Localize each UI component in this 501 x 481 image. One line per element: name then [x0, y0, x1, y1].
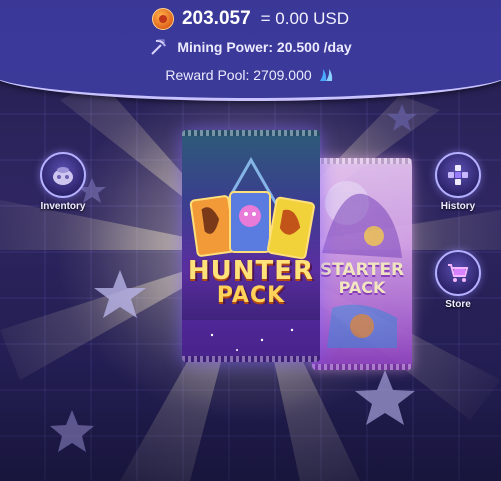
inventory-label: Inventory	[40, 201, 86, 212]
star-decor	[355, 370, 415, 425]
history-icon	[448, 165, 468, 185]
usd-value: = 0.00 USD	[260, 9, 350, 28]
mining-power: Mining Power: 20.500 /day	[177, 39, 352, 55]
hunter-pack-art	[182, 156, 320, 362]
inventory-icon-circle[interactable]	[40, 152, 86, 198]
star-decor	[50, 410, 94, 452]
pickaxe-icon	[151, 39, 167, 55]
history-label: History	[440, 201, 476, 212]
hunter-pack-subtitle: PACK	[216, 283, 286, 308]
history-button[interactable]: History	[428, 152, 488, 212]
history-icon-circle[interactable]	[435, 152, 481, 198]
token-balance: 203.057	[181, 8, 251, 29]
hunter-pack[interactable]: HUNTER PACK	[182, 130, 320, 362]
mining-row: Mining Power: 20.500 /day	[0, 36, 501, 58]
inventory-button[interactable]: Inventory	[33, 152, 93, 212]
hunter-pack-title: HUNTER	[187, 256, 315, 286]
starter-pack-subtitle: PACK	[338, 278, 386, 297]
store-button[interactable]: Store	[428, 250, 488, 310]
pack-seal-bottom	[312, 364, 412, 370]
starter-pack[interactable]: STARTER PACK	[312, 158, 412, 370]
reward-pool: Reward Pool: 2709.000	[165, 67, 312, 83]
reward-row: Reward Pool: 2709.000	[0, 64, 501, 86]
pack-seal-bottom	[182, 356, 320, 362]
steem-icon	[319, 69, 332, 81]
balance-row: 203.057 = 0.00 USD	[0, 6, 501, 32]
card-left	[189, 195, 237, 257]
store-label: Store	[445, 299, 471, 310]
cart-icon	[448, 264, 469, 282]
starter-pack-title: STARTER	[319, 260, 405, 280]
store-icon-circle[interactable]	[435, 250, 481, 296]
coin-icon	[151, 8, 174, 30]
game-screen: 203.057 = 0.00 USD Mining Power: 20.500 …	[0, 0, 501, 481]
card-center	[229, 191, 271, 253]
bag-icon	[53, 167, 73, 185]
card-right	[267, 196, 315, 260]
